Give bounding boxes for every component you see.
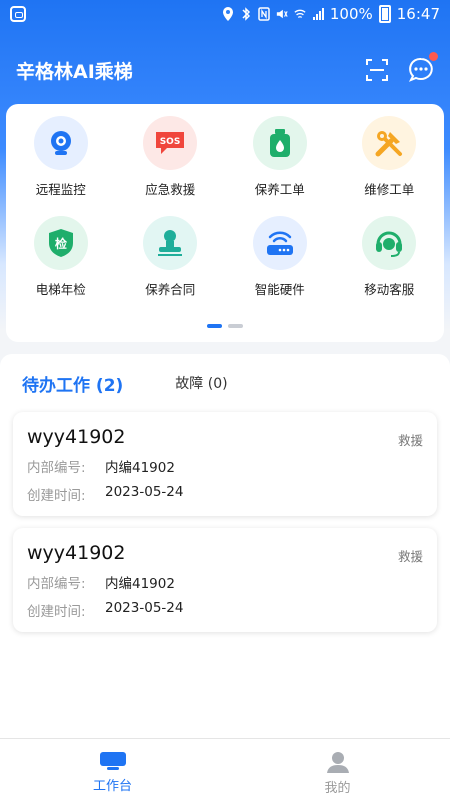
- grid-item-repair-order[interactable]: 维修工单: [335, 116, 445, 216]
- messages-button[interactable]: [408, 52, 438, 83]
- inspection-shield-icon: 检: [33, 216, 88, 270]
- work-tabs: 待办工作 (2) 故障 (0): [0, 354, 450, 412]
- page-dot-active: [207, 324, 222, 328]
- tab-fault[interactable]: 故障 (0): [175, 373, 227, 393]
- grid-item-annual-inspection[interactable]: 检 电梯年检: [6, 216, 116, 316]
- oil-can-icon: [252, 116, 307, 170]
- unread-badge: [429, 52, 438, 61]
- created-time-label: 创建时间:: [27, 488, 86, 504]
- stamp-icon: [143, 216, 198, 270]
- task-type: 救援: [397, 549, 423, 564]
- nav-mine-label: 我的: [324, 781, 351, 796]
- scan-button[interactable]: [364, 57, 390, 83]
- status-bar: 100% 16:47: [0, 0, 450, 28]
- task-code: wyy41902: [27, 542, 126, 564]
- tools-icon: [362, 116, 417, 170]
- bottom-nav: 工作台 我的: [0, 738, 450, 800]
- person-icon: [326, 752, 349, 773]
- created-time-value: 2023-05-24: [105, 484, 184, 500]
- location-icon: [222, 7, 233, 21]
- nav-workbench[interactable]: 工作台: [0, 739, 225, 800]
- grid-item-mobile-service[interactable]: 移动客服: [335, 216, 445, 316]
- page-dot: [228, 324, 243, 328]
- page-indicator: [6, 324, 444, 328]
- nfc-icon: [258, 7, 270, 21]
- task-internal-row: 内部编号: 内编41902: [27, 572, 423, 592]
- battery-percent: 100%: [329, 5, 373, 23]
- task-type: 救援: [397, 433, 423, 448]
- router-icon: [252, 216, 307, 270]
- wifi-icon: [294, 9, 306, 18]
- signal-icon: [312, 8, 324, 20]
- sos-icon: SOS: [143, 116, 198, 170]
- bluetooth-icon: [242, 7, 250, 21]
- tab-pending-work[interactable]: 待办工作 (2): [22, 371, 123, 396]
- mute-icon: [276, 9, 288, 19]
- grid-item-label: 保养合同: [145, 282, 196, 297]
- app-header: 辛格林AI乘梯: [0, 44, 450, 96]
- created-time-label: 创建时间:: [27, 604, 86, 620]
- internal-number-value: 内编41902: [105, 460, 175, 476]
- chat-icon: [408, 57, 433, 82]
- function-grid: 远程监控 SOS 应急救援 保养工单 维修工单 检 电梯年检 保养合同 智能硬件…: [6, 104, 444, 316]
- grid-item-label: 应急救援: [145, 182, 196, 197]
- grid-item-smart-hardware[interactable]: 智能硬件: [225, 216, 335, 316]
- workbench-icon: [99, 752, 126, 770]
- grid-item-label: 智能硬件: [254, 282, 305, 297]
- grid-item-label: 远程监控: [35, 182, 86, 197]
- grid-item-maintenance-order[interactable]: 保养工单: [225, 116, 335, 216]
- nav-mine[interactable]: 我的: [225, 739, 450, 800]
- internal-number-value: 内编41902: [105, 576, 175, 592]
- headset-icon: [362, 216, 417, 270]
- task-created-row: 创建时间: 2023-05-24: [27, 600, 423, 620]
- svg-text:检: 检: [55, 236, 67, 251]
- scan-icon: [366, 59, 388, 81]
- grid-item-label: 移动客服: [364, 282, 415, 297]
- grid-item-remote-monitoring[interactable]: 远程监控: [6, 116, 116, 216]
- internal-number-label: 内部编号:: [27, 460, 86, 476]
- task-code: wyy41902: [27, 426, 126, 448]
- function-grid-card: 远程监控 SOS 应急救援 保养工单 维修工单 检 电梯年检 保养合同 智能硬件…: [6, 104, 444, 342]
- task-card[interactable]: wyy41902 救援 内部编号: 内编41902 创建时间: 2023-05-…: [13, 528, 437, 632]
- svg-text:SOS: SOS: [160, 137, 181, 147]
- internal-number-label: 内部编号:: [27, 576, 86, 592]
- grid-item-maintenance-contract[interactable]: 保养合同: [116, 216, 226, 316]
- task-created-row: 创建时间: 2023-05-24: [27, 484, 423, 504]
- created-time-value: 2023-05-24: [105, 600, 184, 616]
- grid-item-label: 电梯年检: [35, 282, 86, 297]
- clock: 16:47: [396, 5, 440, 23]
- grid-item-emergency-rescue[interactable]: SOS 应急救援: [116, 116, 226, 216]
- grid-item-label: 维修工单: [364, 182, 415, 197]
- app-notification-icon: [10, 6, 26, 22]
- task-card[interactable]: wyy41902 救援 内部编号: 内编41902 创建时间: 2023-05-…: [13, 412, 437, 516]
- battery-icon: [378, 5, 391, 23]
- task-internal-row: 内部编号: 内编41902: [27, 456, 423, 476]
- grid-item-label: 保养工单: [254, 182, 305, 197]
- nav-workbench-label: 工作台: [92, 779, 132, 794]
- app-title: 辛格林AI乘梯: [16, 60, 133, 83]
- camera-icon: [33, 116, 88, 170]
